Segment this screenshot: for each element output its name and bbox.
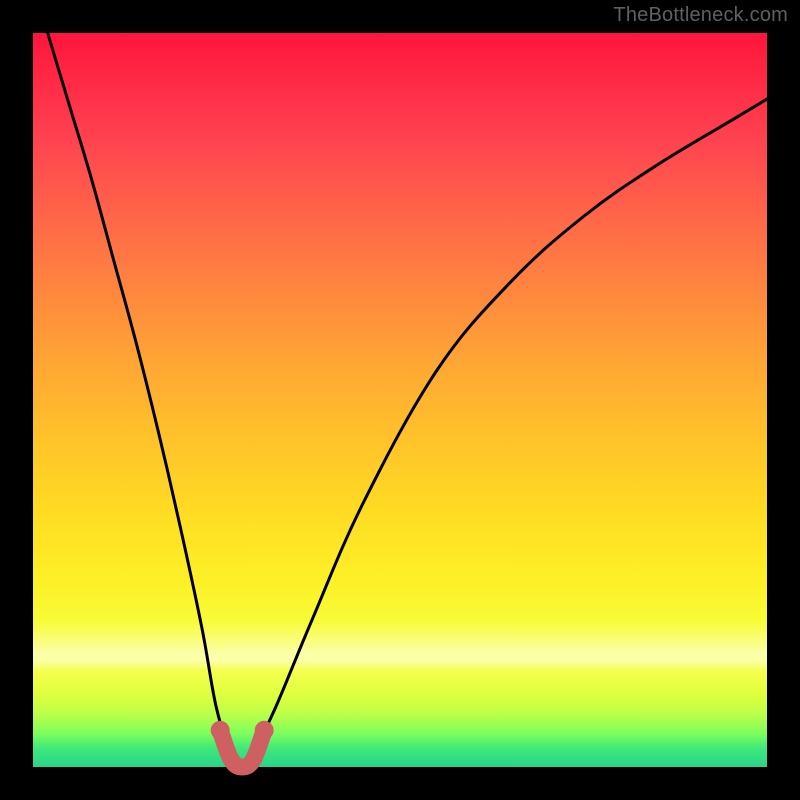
- plot-area: [33, 33, 767, 767]
- marker-dot: [255, 721, 274, 740]
- chart-frame: TheBottleneck.com: [0, 0, 800, 800]
- chart-svg: [0, 0, 800, 800]
- watermark-text: TheBottleneck.com: [613, 4, 788, 27]
- marker-dot: [211, 721, 230, 740]
